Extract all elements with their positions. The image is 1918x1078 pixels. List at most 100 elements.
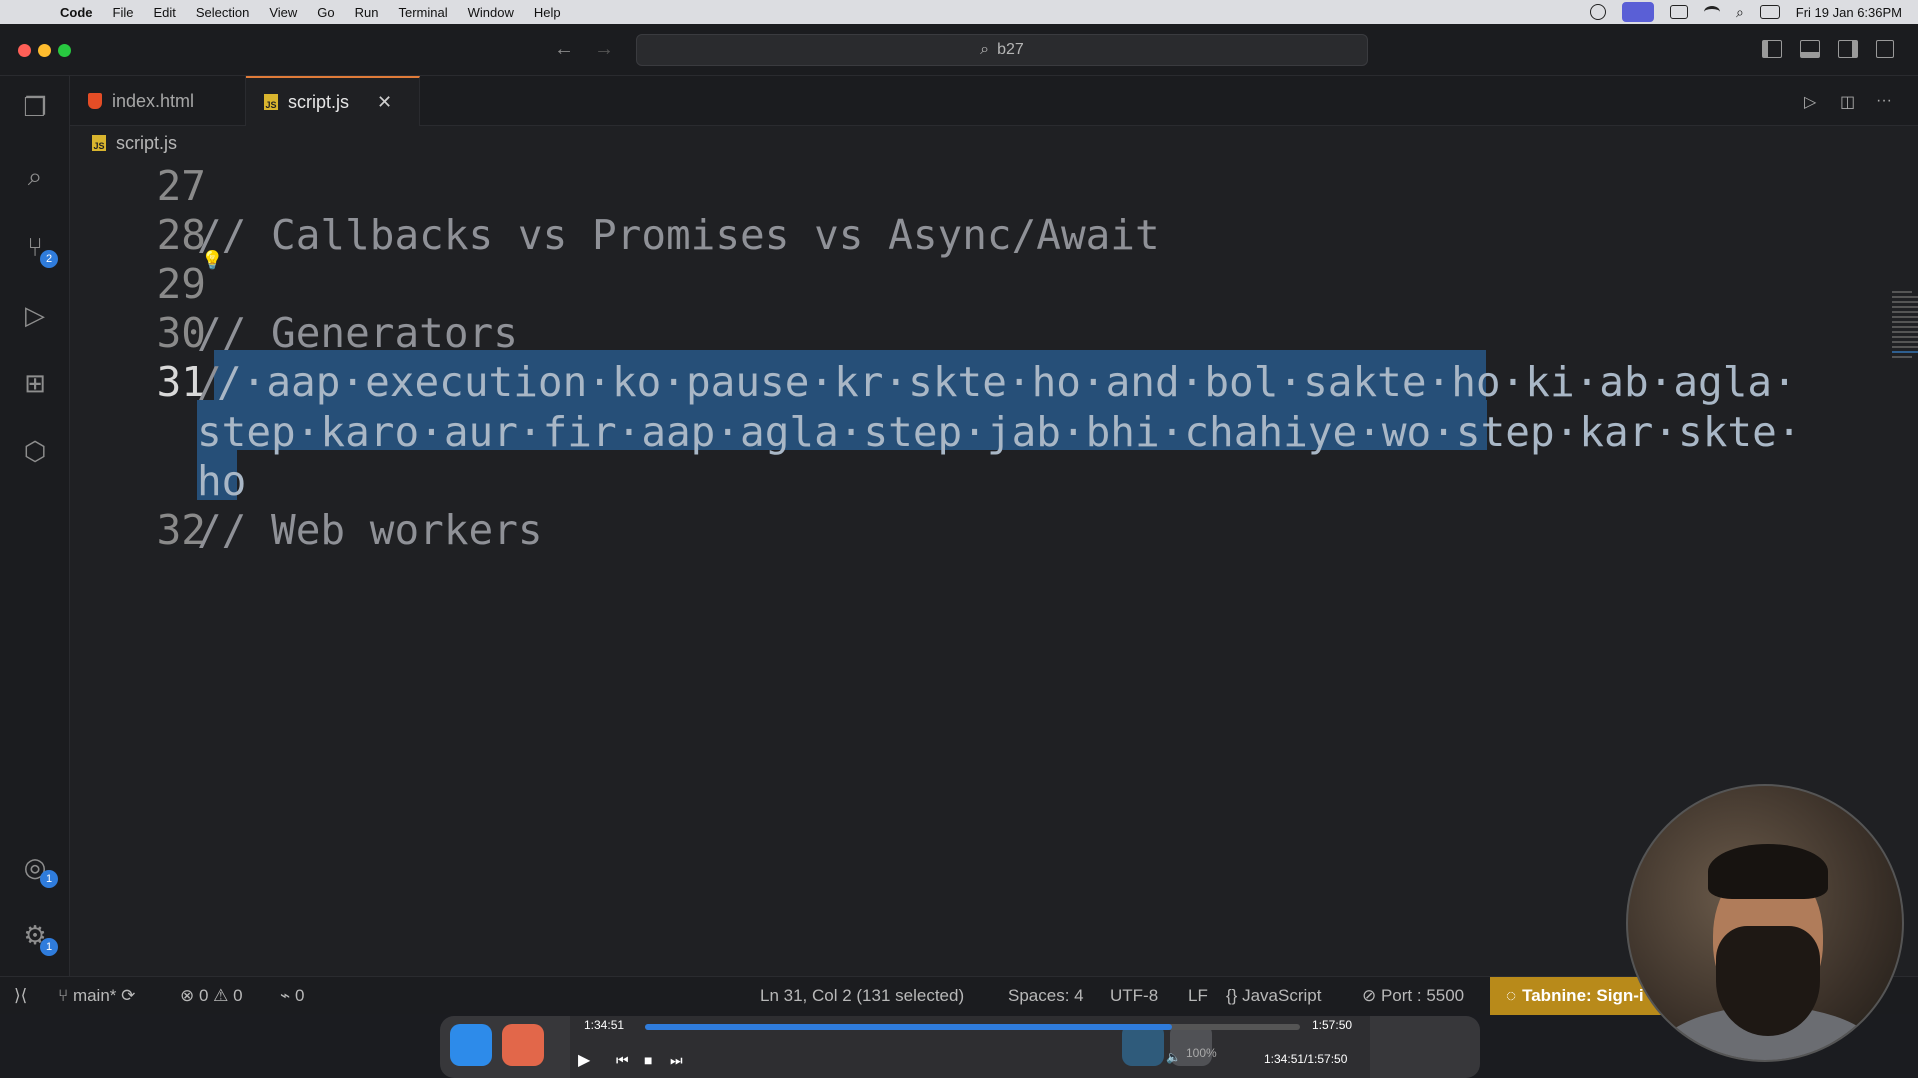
launchpad-icon[interactable]: [502, 1024, 544, 1066]
tabnine-label: Tabnine: Sign-i: [1522, 986, 1644, 1005]
media-elapsed: 1:34:51: [584, 1018, 625, 1032]
line-number: 27: [156, 162, 206, 210]
media-progress-fill: [645, 1024, 1173, 1030]
tab-label: index.html: [112, 90, 195, 111]
wifi-icon[interactable]: [1703, 6, 1720, 18]
toggle-secondary-sidebar-icon[interactable]: [1838, 40, 1858, 58]
command-center-search[interactable]: ⌕ b27: [636, 34, 1368, 66]
tab-script-js[interactable]: JS script.js ✕: [246, 76, 420, 126]
presenter-beard: [1716, 926, 1820, 1036]
menu-selection[interactable]: Selection: [186, 5, 259, 20]
breadcrumb-file[interactable]: script.js: [116, 133, 177, 154]
warning-count: 0: [233, 986, 243, 1005]
stop-icon[interactable]: ■: [644, 1052, 652, 1068]
eol-status[interactable]: LF: [1188, 986, 1208, 1006]
js-icon: JS: [264, 94, 278, 110]
remote-indicator-icon[interactable]: ⟩⟨: [14, 986, 27, 1006]
volume-level: 100%: [1186, 1046, 1217, 1060]
search-view-icon[interactable]: ⌕: [18, 160, 52, 194]
status-extra-icon[interactable]: [1589, 4, 1606, 20]
source-control-badge: 2: [40, 250, 58, 268]
line-number: 32: [156, 506, 206, 554]
branch-name: main*: [72, 986, 117, 1005]
toggle-primary-sidebar-icon[interactable]: [1762, 40, 1782, 58]
problems-status[interactable]: ⊗ 0 ⚠ 0: [180, 986, 243, 1006]
apple-menu-icon[interactable]: [18, 3, 36, 21]
run-code-icon[interactable]: ▷: [1804, 92, 1816, 112]
remote-explorer-icon[interactable]: ⬡: [18, 434, 52, 468]
tabnine-icon: ◌: [1506, 986, 1517, 1005]
battery-icon[interactable]: [1669, 5, 1688, 19]
code-editor[interactable]: 27 28 // Callbacks vs Promises vs Async/…: [70, 160, 1918, 976]
tab-index-html[interactable]: index.html: [70, 76, 246, 126]
tab-label: script.js: [288, 91, 350, 112]
vscode-window: ← → ⌕ b27 ❐ ⌕ ⑂ 2 ▷ ⊞ ⬡ ◎ 1 ⚙ 1 index.ht…: [0, 24, 1918, 1015]
minimize-window-button[interactable]: [38, 44, 51, 57]
live-server-port: Port : 5500: [1380, 986, 1465, 1005]
play-icon[interactable]: ▶: [578, 1050, 590, 1070]
js-icon: JS: [92, 135, 106, 151]
editor-tabs: index.html JS script.js ✕ ▷ ◫ ···: [70, 76, 1918, 126]
settings-badge: 1: [40, 938, 58, 956]
status-bar: ⟩⟨ ⑂ main* ⟳ ⊗ 0 ⚠ 0 ⌁ 0 Ln 31, Col 2 (1…: [0, 976, 1918, 1015]
cursor-position[interactable]: Ln 31, Col 2 (131 selected): [760, 986, 964, 1006]
explorer-icon[interactable]: ❐: [18, 90, 52, 124]
close-window-button[interactable]: [18, 44, 31, 57]
line-number: 28: [156, 211, 206, 259]
screen-share-icon[interactable]: [1621, 2, 1654, 22]
split-editor-icon[interactable]: ◫: [1840, 92, 1855, 112]
ports-status[interactable]: ⌁ 0: [280, 986, 304, 1006]
branch-status[interactable]: ⑂ main* ⟳: [58, 986, 135, 1006]
error-count: 0: [198, 986, 209, 1005]
spotlight-search-icon[interactable]: ⌕: [1736, 4, 1744, 21]
accounts-badge: 1: [40, 870, 58, 888]
back-arrow-icon[interactable]: ←: [554, 38, 574, 61]
menu-terminal[interactable]: Terminal: [389, 5, 458, 20]
customize-layout-icon[interactable]: [1876, 40, 1894, 58]
line-number-current: 31: [156, 358, 206, 406]
maximize-window-button[interactable]: [58, 44, 71, 57]
selected-code: /·aap·execution·ko·pause·kr·skte·ho·and·…: [217, 358, 1797, 406]
run-and-debug-icon[interactable]: ▷: [18, 298, 52, 332]
ports-count: 0: [294, 986, 305, 1005]
selected-code: ho: [197, 457, 247, 505]
live-server-status[interactable]: ⊘ Port : 5500: [1362, 986, 1464, 1006]
menu-go[interactable]: Go: [307, 5, 344, 20]
activity-bar: ❐ ⌕ ⑂ 2 ▷ ⊞ ⬡ ◎ 1 ⚙ 1: [0, 76, 70, 976]
menu-window[interactable]: Window: [458, 5, 524, 20]
forward-arrow-icon[interactable]: →: [594, 38, 614, 61]
close-tab-icon[interactable]: ✕: [377, 92, 392, 113]
language-name: JavaScript: [1242, 986, 1322, 1005]
menu-run[interactable]: Run: [345, 5, 389, 20]
more-actions-icon[interactable]: ···: [1876, 92, 1892, 110]
media-position: 1:34:51/1:57:50: [1264, 1052, 1348, 1066]
minimap[interactable]: [1892, 288, 1918, 398]
menu-edit[interactable]: Edit: [143, 5, 185, 20]
command-center-label: b27: [997, 41, 1024, 58]
indentation-status[interactable]: Spaces: 4: [1008, 986, 1084, 1006]
macos-menubar: Code File Edit Selection View Go Run Ter…: [0, 0, 1918, 24]
extensions-icon[interactable]: ⊞: [18, 366, 52, 400]
accounts-icon[interactable]: ◎ 1: [18, 850, 58, 888]
menubar-status-area: ⌕ Fri 19 Jan 6:36PM: [1589, 2, 1918, 22]
manage-gear-icon[interactable]: ⚙ 1: [18, 918, 58, 956]
control-center-icon[interactable]: [1759, 5, 1780, 19]
menu-help[interactable]: Help: [524, 5, 571, 20]
next-icon[interactable]: ⏭: [670, 1052, 683, 1069]
media-duration: 1:57:50: [1312, 1018, 1353, 1032]
previous-icon[interactable]: ⏮: [616, 1052, 629, 1069]
toggle-panel-icon[interactable]: [1800, 40, 1820, 58]
menu-view[interactable]: View: [259, 5, 307, 20]
media-progress-bar[interactable]: [645, 1024, 1300, 1030]
volume-icon[interactable]: 🔈: [1166, 1050, 1181, 1064]
menu-file[interactable]: File: [103, 5, 144, 20]
finder-icon[interactable]: [450, 1024, 492, 1066]
search-icon: ⌕: [980, 41, 990, 58]
encoding-status[interactable]: UTF-8: [1110, 986, 1158, 1006]
presenter-hair: [1708, 844, 1828, 899]
menu-code[interactable]: Code: [50, 5, 103, 20]
source-control-icon[interactable]: ⑂ 2: [18, 230, 58, 268]
title-bar: ← → ⌕ b27: [0, 24, 1918, 76]
language-mode[interactable]: {} JavaScript: [1226, 986, 1321, 1006]
menubar-clock[interactable]: Fri 19 Jan 6:36PM: [1796, 5, 1902, 20]
